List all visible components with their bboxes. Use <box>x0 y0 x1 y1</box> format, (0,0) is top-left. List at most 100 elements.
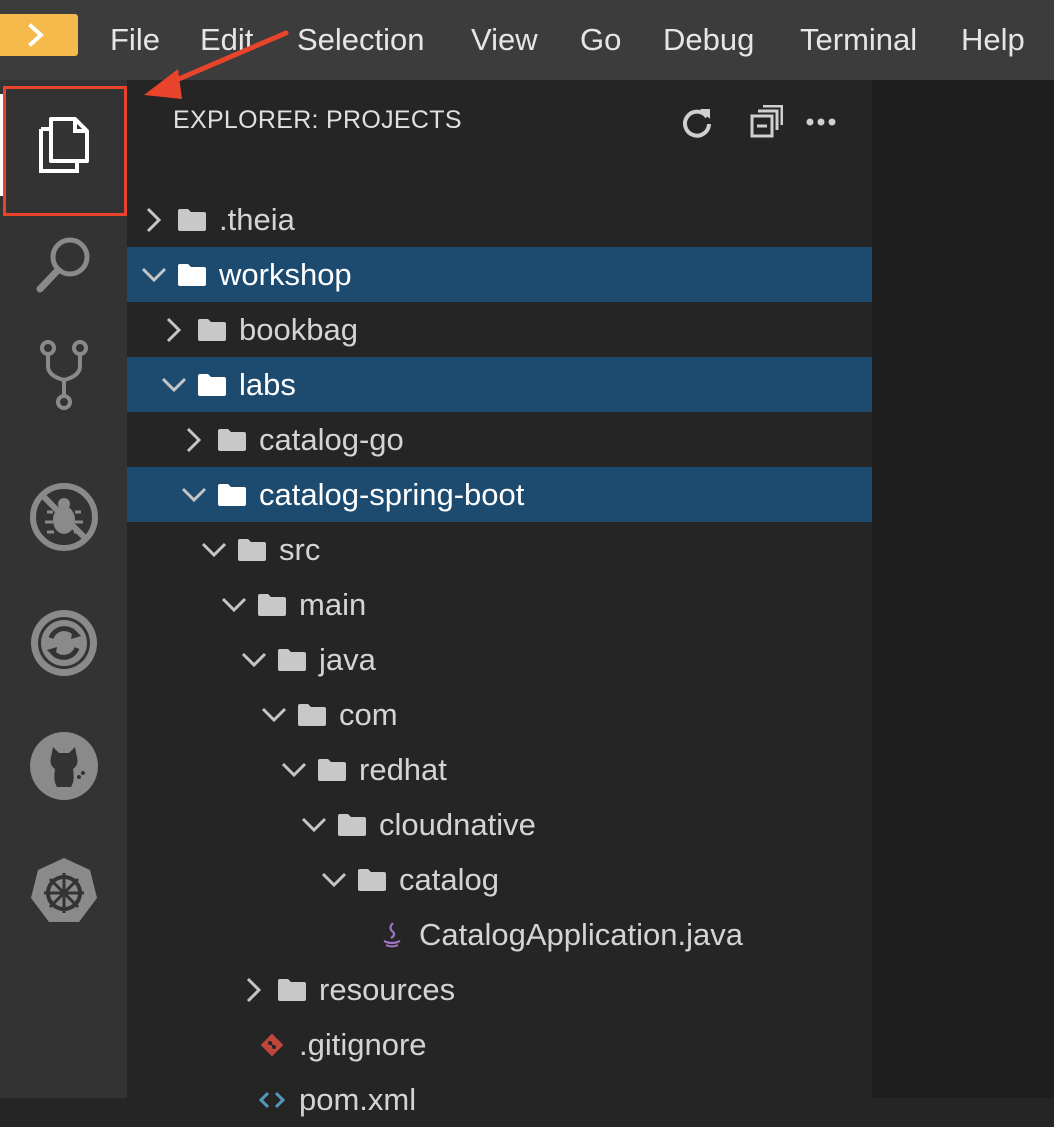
tree-item-label: cloudnative <box>379 806 536 842</box>
tree-item-catalog-go[interactable]: catalog-go <box>127 412 872 467</box>
tree-item-label: resources <box>319 971 456 1007</box>
app-logo-button[interactable] <box>0 14 78 56</box>
chevron-right-icon[interactable] <box>159 315 189 345</box>
openshift-icon <box>30 610 97 676</box>
folder-icon <box>337 810 367 840</box>
chevron-down-icon[interactable] <box>259 700 289 730</box>
menu-view[interactable]: View <box>471 20 538 60</box>
folder-icon <box>177 205 207 235</box>
tree-item-label: labs <box>239 366 296 402</box>
collapse-all-icon <box>750 105 783 138</box>
tree-item-workshop[interactable]: workshop <box>127 247 872 302</box>
folder-icon <box>357 865 387 895</box>
chevron-down-icon[interactable] <box>159 370 189 400</box>
activity-debug[interactable] <box>0 462 127 572</box>
menu-edit[interactable]: Edit <box>200 20 253 60</box>
tree-item-label: catalog-go <box>259 421 404 457</box>
tree-item-redhat[interactable]: redhat <box>127 742 872 797</box>
chevron-down-icon[interactable] <box>179 480 209 510</box>
tree-item-catalog[interactable]: catalog <box>127 852 872 907</box>
tree-item-java[interactable]: java <box>127 632 872 687</box>
tree-item-label: redhat <box>359 751 447 787</box>
tree-item-bookbag[interactable]: bookbag <box>127 302 872 357</box>
tree-item-catalogapplication-java[interactable]: CatalogApplication.java <box>127 907 872 962</box>
chevron-right-icon <box>28 23 44 47</box>
more-actions-button[interactable] <box>801 102 841 142</box>
tree-item-label: bookbag <box>239 311 358 347</box>
refresh-icon <box>683 109 711 138</box>
tree-item-label: .gitignore <box>299 1026 427 1062</box>
tree-item-cloudnative[interactable]: cloudnative <box>127 797 872 852</box>
tree-item-com[interactable]: com <box>127 687 872 742</box>
kubernetes-helm-icon <box>30 858 97 922</box>
files-icon <box>38 117 89 173</box>
editor-area <box>872 80 1054 1098</box>
debug-disabled-icon <box>29 483 98 551</box>
refresh-button[interactable] <box>677 102 717 142</box>
activity-explorer[interactable] <box>0 90 127 200</box>
menu-go[interactable]: Go <box>580 20 621 60</box>
tree-item-gitignore[interactable]: .gitignore <box>127 1017 872 1072</box>
tree-item-src[interactable]: src <box>127 522 872 577</box>
folder-icon <box>317 755 347 785</box>
tree-item-label: com <box>339 696 398 732</box>
tree-item-label: main <box>299 586 367 622</box>
menu-help[interactable]: Help <box>961 20 1025 60</box>
activity-openshift[interactable] <box>0 588 127 698</box>
chevron-down-icon[interactable] <box>199 535 229 565</box>
activity-source-control[interactable] <box>0 320 127 430</box>
chevron-down-icon[interactable] <box>319 865 349 895</box>
tree-item-label: .theia <box>219 201 295 237</box>
folder-icon <box>217 480 247 510</box>
activity-bar <box>0 80 127 1098</box>
tree-item-label: CatalogApplication.java <box>419 916 743 952</box>
explorer-title: EXPLORER: PROJECTS <box>173 106 462 134</box>
chevron-right-icon[interactable] <box>239 975 269 1005</box>
tree-item-main[interactable]: main <box>127 577 872 632</box>
tree-item-labs[interactable]: labs <box>127 357 872 412</box>
collapse-all-button[interactable] <box>746 102 786 142</box>
activity-search[interactable] <box>0 210 127 320</box>
more-icon <box>806 118 836 126</box>
source-control-icon <box>39 340 88 410</box>
tree-item-resources[interactable]: resources <box>127 962 872 1017</box>
chevron-down-icon[interactable] <box>139 260 169 290</box>
chevron-down-icon[interactable] <box>299 810 329 840</box>
menu-bar: File Edit Selection View Go Debug Termin… <box>0 0 1054 80</box>
chevron-right-icon[interactable] <box>139 205 169 235</box>
folder-icon <box>197 370 227 400</box>
tree-item-theia[interactable]: .theia <box>127 192 872 247</box>
file-tree: .theia workshop bookbag labs catalog-go catal… <box>127 192 872 1127</box>
tree-item-label: src <box>279 531 321 567</box>
menu-debug[interactable]: Debug <box>663 20 754 60</box>
menu-terminal[interactable]: Terminal <box>800 20 917 60</box>
folder-icon <box>257 590 287 620</box>
activity-github[interactable] <box>0 711 127 821</box>
tree-item-label: catalog-spring-boot <box>259 476 525 512</box>
folder-icon <box>297 700 327 730</box>
git-file-icon <box>257 1030 287 1060</box>
chevron-down-icon[interactable] <box>279 755 309 785</box>
folder-icon <box>277 645 307 675</box>
tree-item-label: catalog <box>399 861 499 897</box>
folder-icon <box>177 260 207 290</box>
menu-selection[interactable]: Selection <box>297 20 425 60</box>
tree-item-label: java <box>319 641 376 677</box>
chevron-down-icon[interactable] <box>239 645 269 675</box>
search-icon <box>36 237 89 293</box>
xml-file-icon <box>257 1085 287 1115</box>
chevron-right-icon[interactable] <box>179 425 209 455</box>
tree-item-label: workshop <box>219 256 352 292</box>
activity-kubernetes[interactable] <box>0 837 127 947</box>
chevron-down-icon[interactable] <box>219 590 249 620</box>
folder-icon <box>277 975 307 1005</box>
explorer-panel: EXPLORER: PROJECTS .theia workshop bookbag… <box>127 80 872 1117</box>
java-file-icon <box>377 920 407 950</box>
github-cat-icon <box>29 732 98 800</box>
tree-item-catalog-spring-boot[interactable]: catalog-spring-boot <box>127 467 872 522</box>
tree-item-pom-xml[interactable]: pom.xml <box>127 1072 872 1127</box>
menu-file[interactable]: File <box>110 20 160 60</box>
folder-icon <box>237 535 267 565</box>
